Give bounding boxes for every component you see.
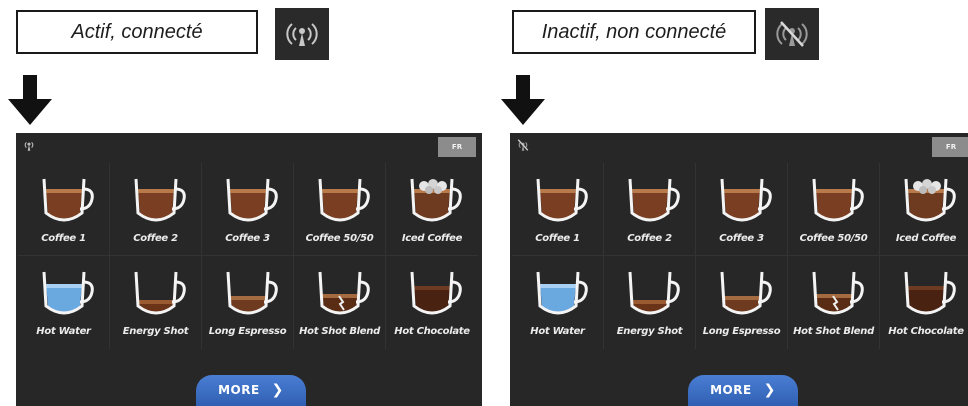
drink-tile[interactable]: Coffee 50/50 [788, 163, 880, 256]
drink-label: Coffee 50/50 [799, 233, 868, 244]
drink-label: Coffee 50/50 [305, 233, 374, 244]
drink-label: Coffee 2 [133, 233, 178, 244]
drink-label: Hot Shot Blend [793, 326, 874, 337]
drink-label: Energy Shot [122, 326, 189, 337]
caption-connected-text: Actif, connecté [71, 20, 203, 43]
drink-label: Hot Chocolate [394, 326, 470, 337]
language-button[interactable]: FR [932, 137, 968, 157]
more-button-label: MORE [710, 383, 752, 397]
drink-label: Iced Coffee [401, 233, 463, 244]
drink-tile[interactable]: Hot Shot Blend [788, 256, 880, 349]
language-button[interactable]: FR [438, 137, 476, 157]
drink-tile[interactable]: Coffee 1 [18, 163, 110, 256]
screen-disconnected: FR Coffee 1 Coffee 2 Coffee 3 Coffee 50/50 I… [510, 133, 968, 406]
cup-icon [134, 178, 186, 222]
drink-label: Hot Chocolate [888, 326, 964, 337]
drink-tile[interactable]: Coffee 3 [696, 163, 788, 256]
cup-icon [318, 178, 370, 222]
drink-label: Coffee 2 [627, 233, 672, 244]
cup-icon [536, 271, 588, 315]
caption-disconnected: Inactif, non connecté [512, 10, 756, 54]
drink-tile[interactable]: Long Espresso [202, 256, 294, 349]
caption-connected: Actif, connecté [16, 10, 258, 54]
drink-tile[interactable]: Energy Shot [604, 256, 696, 349]
drink-tile[interactable]: Long Espresso [696, 256, 788, 349]
drink-label: Coffee 1 [41, 233, 86, 244]
drink-tile[interactable]: Hot Chocolate [880, 256, 968, 349]
drink-grid: Coffee 1 Coffee 2 Coffee 3 Coffee 50/50 Iced… [18, 163, 478, 349]
down-arrow-icon [501, 75, 545, 125]
drink-tile[interactable]: Hot Shot Blend [294, 256, 386, 349]
drink-label: Energy Shot [616, 326, 683, 337]
cup-icon [628, 271, 680, 315]
cup-icon [410, 178, 462, 222]
cup-icon [904, 178, 956, 222]
wifi-off-status-icon [517, 139, 529, 151]
drink-label: Hot Shot Blend [299, 326, 380, 337]
drink-grid: Coffee 1 Coffee 2 Coffee 3 Coffee 50/50 Iced… [512, 163, 968, 349]
cup-icon [410, 271, 462, 315]
cup-icon [720, 178, 772, 222]
drink-tile[interactable]: Coffee 3 [202, 163, 294, 256]
drink-label: Hot Water [530, 326, 585, 337]
drink-tile[interactable]: Coffee 50/50 [294, 163, 386, 256]
caption-disconnected-text: Inactif, non connecté [541, 20, 727, 43]
cup-icon [536, 178, 588, 222]
drink-tile[interactable]: Iced Coffee [880, 163, 968, 256]
screen-connected: FR Coffee 1 Coffee 2 Coffee 3 Coffee 50/50 I… [16, 133, 482, 406]
cup-icon [226, 271, 278, 315]
drink-label: Hot Water [36, 326, 91, 337]
drink-label: Coffee 3 [225, 233, 270, 244]
drink-label: Iced Coffee [895, 233, 957, 244]
cup-icon [134, 271, 186, 315]
chevron-right-icon: ❯ [763, 382, 776, 398]
drink-tile[interactable]: Hot Water [512, 256, 604, 349]
drink-tile[interactable]: Coffee 2 [604, 163, 696, 256]
drink-tile[interactable]: Coffee 1 [512, 163, 604, 256]
drink-tile[interactable]: Coffee 2 [110, 163, 202, 256]
cup-icon [226, 178, 278, 222]
wifi-disconnected-icon [765, 8, 819, 60]
more-button[interactable]: MORE ❯ [196, 375, 306, 406]
drink-label: Long Espresso [702, 326, 781, 337]
cup-icon [628, 178, 680, 222]
cup-icon [318, 271, 370, 315]
drink-tile[interactable]: Hot Water [18, 256, 110, 349]
cup-icon [42, 178, 94, 222]
more-button-label: MORE [218, 383, 260, 397]
drink-tile[interactable]: Hot Chocolate [386, 256, 478, 349]
cup-icon [904, 271, 956, 315]
down-arrow-icon [8, 75, 52, 125]
drink-label: Coffee 1 [535, 233, 580, 244]
cup-icon [812, 271, 864, 315]
drink-tile[interactable]: Energy Shot [110, 256, 202, 349]
cup-icon [720, 271, 772, 315]
wifi-connected-icon [275, 8, 329, 60]
cup-icon [42, 271, 94, 315]
cup-icon [812, 178, 864, 222]
more-button[interactable]: MORE ❯ [688, 375, 798, 406]
wifi-status-icon [24, 141, 34, 151]
drink-label: Long Espresso [208, 326, 287, 337]
drink-tile[interactable]: Iced Coffee [386, 163, 478, 256]
drink-label: Coffee 3 [719, 233, 764, 244]
chevron-right-icon: ❯ [271, 382, 284, 398]
